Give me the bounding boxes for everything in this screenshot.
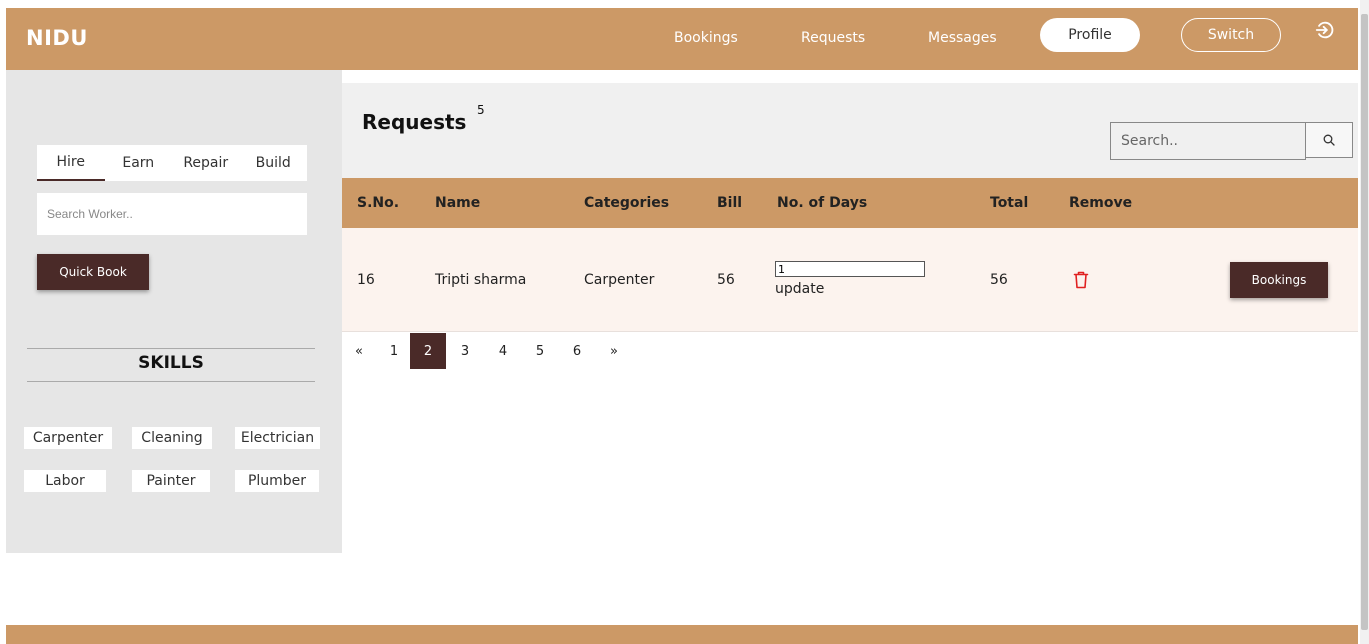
skill-chip-electrician[interactable]: Electrician bbox=[235, 427, 320, 449]
pagination-page-6[interactable]: 6 bbox=[570, 333, 584, 369]
nav-link-bookings[interactable]: Bookings bbox=[674, 30, 738, 46]
skills-title: SKILLS bbox=[138, 353, 204, 373]
brand-logo[interactable]: NIDU bbox=[26, 26, 88, 50]
quick-book-button[interactable]: Quick Book bbox=[37, 254, 149, 290]
pagination-next[interactable]: » bbox=[607, 333, 621, 369]
cell-total: 56 bbox=[990, 272, 1008, 288]
pagination-page-2[interactable]: 2 bbox=[410, 333, 446, 369]
column-header-bill: Bill bbox=[717, 195, 743, 211]
pagination-page-1[interactable]: 1 bbox=[387, 333, 401, 369]
skill-chip-plumber[interactable]: Plumber bbox=[235, 470, 319, 492]
tab-earn[interactable]: Earn bbox=[104, 145, 172, 181]
search-button[interactable] bbox=[1305, 122, 1353, 158]
cell-name: Tripti sharma bbox=[435, 272, 527, 288]
search-icon bbox=[1323, 134, 1335, 146]
logout-icon[interactable] bbox=[1314, 19, 1336, 41]
column-header-days: No. of Days bbox=[777, 195, 868, 211]
footer bbox=[6, 625, 1358, 644]
nav-link-requests[interactable]: Requests bbox=[801, 30, 865, 46]
skill-chip-carpenter[interactable]: Carpenter bbox=[24, 427, 112, 449]
bookings-button[interactable]: Bookings bbox=[1230, 262, 1328, 298]
skill-chip-labor[interactable]: Labor bbox=[24, 470, 106, 492]
column-header-remove: Remove bbox=[1069, 195, 1133, 211]
worker-search-input[interactable] bbox=[37, 193, 307, 235]
skill-chip-painter[interactable]: Painter bbox=[132, 470, 210, 492]
cell-bill: 56 bbox=[717, 272, 735, 288]
skills-divider-bottom bbox=[27, 381, 315, 382]
cell-sno: 16 bbox=[357, 272, 375, 288]
nav-link-messages[interactable]: Messages bbox=[928, 30, 997, 46]
cell-category: Carpenter bbox=[584, 272, 655, 288]
profile-button[interactable]: Profile bbox=[1040, 18, 1140, 52]
column-header-name: Name bbox=[435, 195, 481, 211]
pagination-page-4[interactable]: 4 bbox=[496, 333, 510, 369]
skill-chip-cleaning[interactable]: Cleaning bbox=[132, 427, 212, 449]
tab-hire[interactable]: Hire bbox=[37, 145, 105, 181]
table-header: S.No. Name Categories Bill No. of Days T… bbox=[342, 178, 1358, 228]
pagination-prev[interactable]: « bbox=[352, 333, 366, 369]
trash-icon[interactable] bbox=[1073, 271, 1089, 289]
update-link[interactable]: update bbox=[775, 281, 824, 297]
column-header-total: Total bbox=[990, 195, 1029, 211]
pagination-page-5[interactable]: 5 bbox=[533, 333, 547, 369]
column-header-sno: S.No. bbox=[357, 195, 400, 211]
tab-build[interactable]: Build bbox=[239, 145, 307, 181]
column-header-categories: Categories bbox=[584, 195, 670, 211]
page-title: Requests bbox=[362, 110, 467, 134]
requests-search-input[interactable] bbox=[1110, 122, 1306, 160]
navbar: NIDU Bookings Requests Messages Profile … bbox=[6, 8, 1358, 70]
scrollbar-thumb[interactable] bbox=[1361, 14, 1368, 630]
days-input[interactable] bbox=[775, 261, 925, 277]
service-tabs: Hire Earn Repair Build bbox=[37, 145, 307, 181]
table-row: 16 Tripti sharma Carpenter 56 update 56 … bbox=[342, 228, 1358, 332]
requests-header: Requests 5 bbox=[342, 83, 1358, 178]
skills-divider-top bbox=[27, 348, 315, 349]
requests-count-badge: 5 bbox=[477, 103, 485, 117]
tab-repair[interactable]: Repair bbox=[172, 145, 240, 181]
switch-button[interactable]: Switch bbox=[1181, 18, 1281, 52]
pagination-page-3[interactable]: 3 bbox=[458, 333, 472, 369]
sidebar: Hire Earn Repair Build Quick Book SKILLS… bbox=[6, 70, 342, 553]
